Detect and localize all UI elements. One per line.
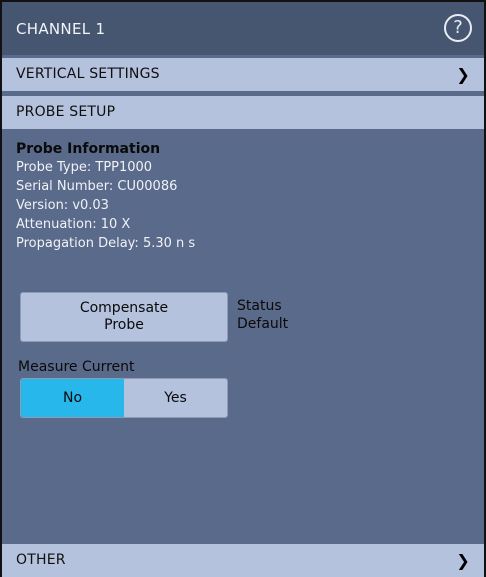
- probe-label: Probe: [104, 317, 144, 333]
- status-label: Status: [237, 298, 282, 314]
- probe-information-heading: Probe Information: [16, 141, 161, 157]
- panel-title: CHANNEL 1: [16, 20, 106, 38]
- attenuation-text: Attenuation: 10 X: [16, 217, 131, 232]
- help-icon[interactable]: ?: [444, 14, 472, 42]
- compensate-probe-button[interactable]: Compensate Probe: [20, 292, 228, 342]
- vertical-settings-label: VERTICAL SETTINGS: [16, 66, 160, 82]
- probe-setup-section[interactable]: PROBE SETUP: [2, 96, 484, 129]
- probe-type-text: Probe Type: TPP1000: [16, 160, 153, 175]
- probe-setup-label: PROBE SETUP: [16, 104, 116, 120]
- measure-current-label: Measure Current: [18, 359, 135, 375]
- measure-current-yes-option[interactable]: Yes: [124, 379, 227, 417]
- title-bar: CHANNEL 1 ?: [2, 2, 484, 55]
- serial-number-text: Serial Number: CU00086: [16, 179, 178, 194]
- chevron-right-icon: ❯: [456, 65, 470, 84]
- version-text: Version: v0.03: [16, 198, 109, 213]
- other-section[interactable]: OTHER ❯: [2, 544, 484, 577]
- measure-current-toggle: No Yes: [20, 378, 228, 418]
- status-value: Default: [237, 316, 289, 332]
- chevron-right-icon: ❯: [456, 551, 470, 570]
- compensate-label: Compensate: [79, 300, 169, 316]
- other-label: OTHER: [16, 552, 66, 568]
- channel-1-panel: CHANNEL 1 ? VERTICAL SETTINGS ❯ PROBE SE…: [0, 0, 486, 577]
- vertical-settings-section[interactable]: VERTICAL SETTINGS ❯: [2, 58, 484, 91]
- propagation-delay-text: Propagation Delay: 5.30 n s: [16, 236, 196, 251]
- measure-current-no-option[interactable]: No: [21, 379, 124, 417]
